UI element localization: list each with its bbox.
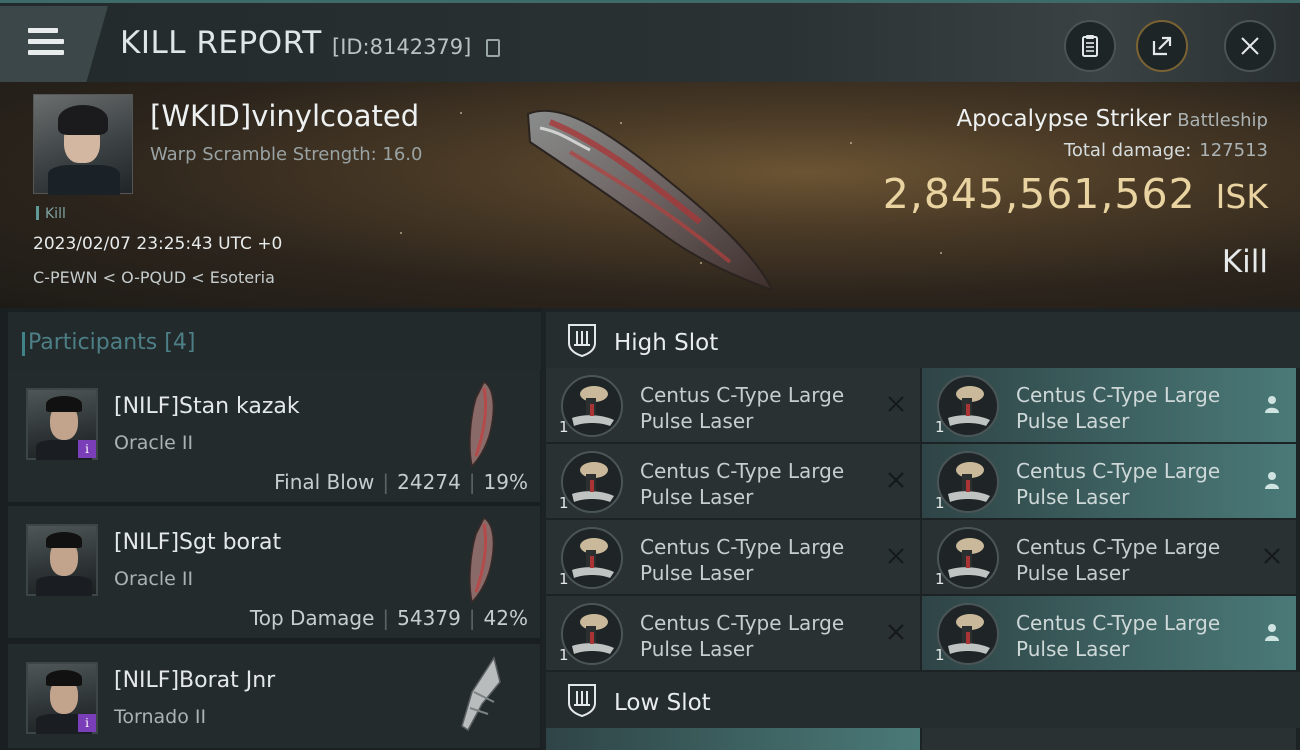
module-quantity: 1 (559, 570, 569, 588)
pulse-laser-icon (937, 451, 999, 513)
participant-ship: Oracle II (114, 568, 194, 590)
participant-name: [NILF]Borat Jnr (114, 668, 276, 693)
module-quantity: 1 (559, 646, 569, 664)
module-name: Centus C-Type Large Pulse Laser (1016, 535, 1221, 585)
module-quantity: 1 (935, 494, 945, 512)
module-quantity: 1 (935, 646, 945, 664)
module-name: Centus C-Type Large Pulse Laser (1016, 611, 1221, 661)
destroyed-x-icon (888, 396, 904, 412)
low-slot-module-partial[interactable] (546, 728, 920, 750)
fitting-panel: High Slot 1 Centus C-Type Large Pulse Las… (541, 308, 1300, 750)
kill-tag: Kill (36, 206, 66, 222)
participant-ship-image (469, 516, 495, 604)
share-button[interactable] (1136, 20, 1188, 72)
module-quantity: 1 (559, 494, 569, 512)
participants-panel: Participants [4] i [NILF]Stan kazak Orac… (0, 308, 541, 750)
isk-value: 2,845,561,562 ISK (882, 170, 1268, 218)
close-button[interactable] (1224, 20, 1276, 72)
pulse-laser-icon (561, 375, 623, 437)
victim-ship-name[interactable]: Apocalypse Striker Battleship (956, 106, 1268, 132)
high-slot-module[interactable]: 1 Centus C-Type Large Pulse Laser (546, 520, 920, 594)
share-icon (1152, 36, 1172, 56)
info-badge: i (78, 440, 96, 458)
kill-location[interactable]: C-PEWN < O-PQUD < Esoteria (33, 268, 275, 287)
pulse-laser-icon (937, 527, 999, 589)
high-slot-module[interactable]: 1 Centus C-Type Large Pulse Laser (922, 596, 1296, 670)
pulse-laser-icon (561, 603, 623, 665)
clipboard-button[interactable] (1064, 20, 1116, 72)
participant-ship-image (469, 380, 495, 468)
destroyed-x-icon (888, 548, 904, 564)
module-name: Centus C-Type Large Pulse Laser (640, 535, 845, 585)
dropped-user-icon (1265, 396, 1279, 413)
header-bar: KILL REPORT [ID:8142379] (0, 0, 1300, 82)
warp-scramble-strength: Warp Scramble Strength: 16.0 (150, 144, 423, 165)
participant-row[interactable]: i [NILF]Stan kazak Oracle II Final Blow |… (8, 370, 540, 504)
high-slot-module[interactable]: 1 Centus C-Type Large Pulse Laser (546, 368, 920, 442)
kill-result: Kill (1221, 244, 1268, 280)
participant-ship: Tornado II (114, 706, 207, 728)
module-name: Centus C-Type Large Pulse Laser (640, 459, 845, 509)
dropped-user-icon (1265, 624, 1279, 641)
total-damage: Total damage: 127513 (1063, 140, 1268, 161)
page-title: KILL REPORT (120, 25, 322, 61)
pulse-laser-icon (561, 527, 623, 589)
high-slot-module[interactable]: 1 Centus C-Type Large Pulse Laser (922, 520, 1296, 594)
destroyed-x-icon (1264, 548, 1280, 564)
module-name: Centus C-Type Large Pulse Laser (640, 383, 845, 433)
participant-ship: Oracle II (114, 432, 194, 454)
pulse-laser-icon (561, 451, 623, 513)
module-name: Centus C-Type Large Pulse Laser (1016, 383, 1221, 433)
pulse-laser-icon (937, 603, 999, 665)
victim-name[interactable]: [WKID]vinylcoated (150, 99, 419, 133)
kill-timestamp: 2023/02/07 23:25:43 UTC +0 (33, 234, 283, 254)
destroyed-x-icon (888, 624, 904, 640)
low-slot-module-partial[interactable] (922, 728, 1296, 750)
ship-class: Battleship (1177, 110, 1268, 131)
clipboard-icon (1082, 35, 1098, 57)
participant-name: [NILF]Sgt borat (114, 530, 282, 555)
participant-stats: Final Blow | 24274 | 19% (274, 470, 528, 494)
participant-name: [NILF]Stan kazak (114, 394, 300, 419)
module-quantity: 1 (935, 570, 945, 588)
info-badge: i (78, 714, 96, 732)
copy-id-icon[interactable] (486, 39, 500, 57)
hamburger-icon (28, 28, 64, 55)
high-slot-module[interactable]: 1 Centus C-Type Large Pulse Laser (922, 368, 1296, 442)
low-slot-header: Low Slot (546, 672, 1300, 728)
high-slot-icon (568, 324, 596, 357)
module-name: Centus C-Type Large Pulse Laser (640, 611, 845, 661)
high-slot-module[interactable]: 1 Centus C-Type Large Pulse Laser (546, 444, 920, 518)
participant-row[interactable]: i [NILF]Borat Jnr Tornado II (8, 644, 540, 750)
avatar (26, 524, 98, 596)
low-slot-icon (568, 684, 596, 717)
module-quantity: 1 (559, 418, 569, 436)
high-slot-module[interactable]: 1 Centus C-Type Large Pulse Laser (546, 596, 920, 670)
module-quantity: 1 (935, 418, 945, 436)
menu-button[interactable] (0, 6, 108, 82)
participant-row[interactable]: [NILF]Sgt borat Oracle II Top Damage | 543… (8, 506, 540, 640)
pulse-laser-icon (937, 375, 999, 437)
close-icon (1241, 37, 1259, 55)
victim-ship-image[interactable] (500, 92, 800, 302)
destroyed-x-icon (888, 472, 904, 488)
participant-ship-image (461, 656, 501, 732)
participant-stats: Top Damage | 54379 | 42% (249, 606, 528, 630)
victim-panel: [WKID]vinylcoated Warp Scramble Strength… (0, 82, 1300, 308)
high-slot-module[interactable]: 1 Centus C-Type Large Pulse Laser (922, 444, 1296, 518)
participants-header: Participants [4] (8, 312, 541, 370)
report-id: [ID:8142379] (332, 35, 472, 59)
dropped-user-icon (1265, 472, 1279, 489)
victim-avatar[interactable] (33, 94, 133, 195)
module-name: Centus C-Type Large Pulse Laser (1016, 459, 1221, 509)
high-slot-header: High Slot (546, 312, 1300, 368)
